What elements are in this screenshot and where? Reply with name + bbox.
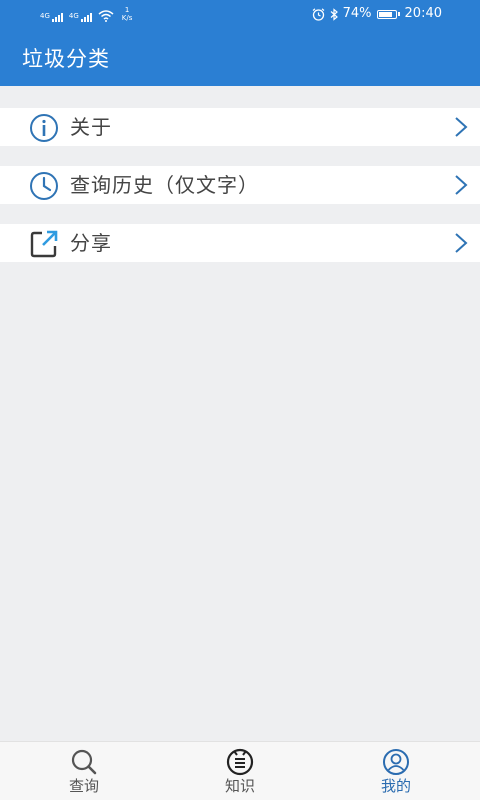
cell-signal-icon: 4G bbox=[40, 13, 63, 22]
bluetooth-icon bbox=[330, 7, 338, 21]
status-left: 4G 4G 1 K/s bbox=[40, 6, 132, 22]
clock-time: 20:40 bbox=[404, 6, 442, 21]
search-icon bbox=[71, 749, 97, 775]
page-title: 垃圾分类 bbox=[22, 47, 110, 71]
menu-item-label: 分享 bbox=[70, 231, 112, 255]
signal-tag: 4G bbox=[68, 12, 79, 20]
chevron-right-icon bbox=[455, 233, 468, 253]
battery-icon bbox=[376, 9, 400, 19]
profile-icon bbox=[383, 749, 409, 775]
tab-label: 查询 bbox=[68, 777, 99, 795]
network-speed: 1 K/s bbox=[122, 6, 133, 22]
cell-signal-icon: 4G bbox=[69, 13, 92, 22]
speed-value: 1 bbox=[124, 6, 130, 14]
tab-knowledge[interactable]: 知识 bbox=[180, 742, 300, 800]
share-icon bbox=[30, 230, 58, 258]
tab-label: 知识 bbox=[224, 777, 255, 795]
tab-profile[interactable]: 我的 bbox=[336, 742, 456, 800]
menu-item-label: 查询历史（仅文字） bbox=[70, 173, 259, 197]
knowledge-icon bbox=[226, 748, 254, 776]
menu-item-label: 关于 bbox=[70, 115, 112, 139]
chevron-right-icon bbox=[455, 175, 468, 195]
menu-item-about[interactable]: 关于 bbox=[0, 108, 480, 146]
bottom-tab-bar: 查询 知识 我的 bbox=[0, 741, 480, 800]
status-bar: 4G 4G 1 K/s 74% 20:40 bbox=[0, 0, 480, 30]
signal-tag: 4G bbox=[40, 12, 50, 20]
wifi-icon bbox=[98, 10, 114, 22]
chevron-right-icon bbox=[455, 117, 468, 137]
info-icon bbox=[30, 114, 58, 142]
speed-unit: K/s bbox=[121, 14, 133, 22]
alarm-icon bbox=[312, 7, 325, 21]
app-bar: 4G 4G 1 K/s 74% 20:40 垃圾分类 bbox=[0, 0, 480, 86]
menu-item-share[interactable]: 分享 bbox=[0, 224, 480, 262]
status-right: 74% 20:40 bbox=[312, 6, 442, 22]
battery-percent: 74% bbox=[342, 6, 372, 21]
menu-item-history[interactable]: 查询历史（仅文字） bbox=[0, 166, 480, 204]
tab-search[interactable]: 查询 bbox=[24, 742, 144, 800]
clock-icon bbox=[30, 172, 58, 200]
tab-label: 我的 bbox=[380, 777, 411, 795]
